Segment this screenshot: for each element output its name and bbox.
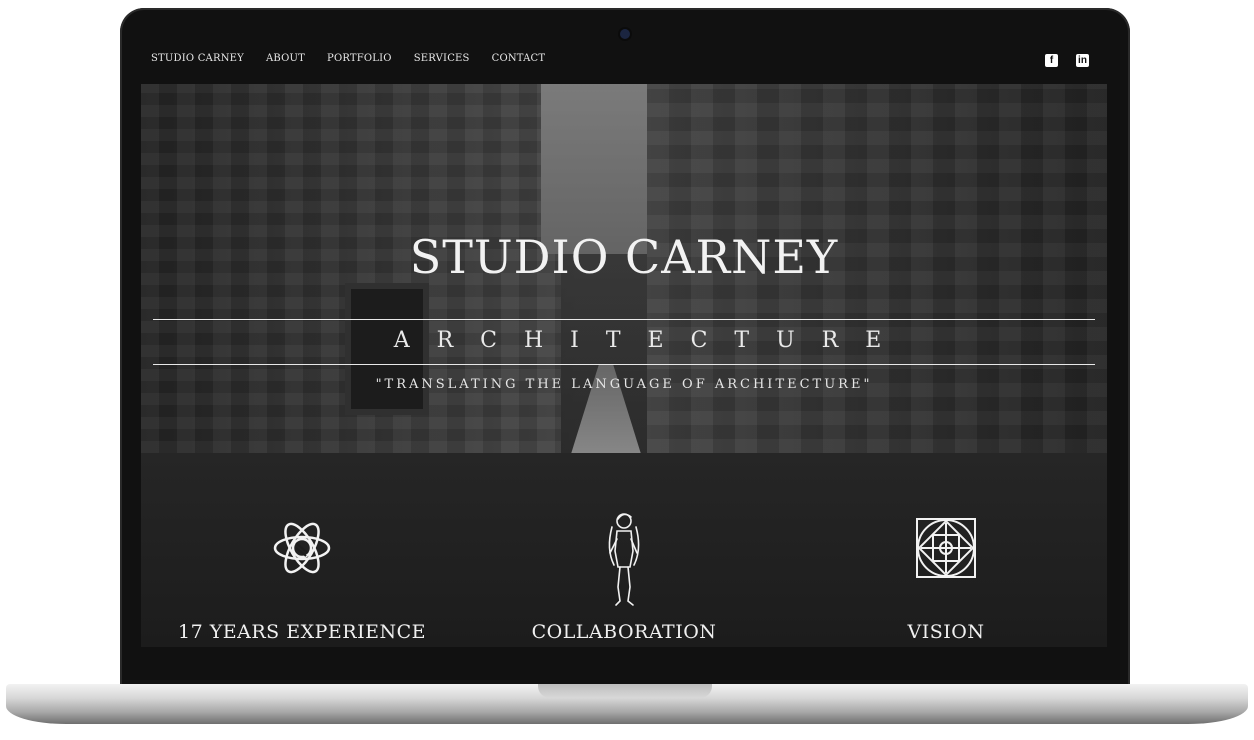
facebook-icon[interactable]: f	[1045, 54, 1058, 67]
knot-emblem-icon	[273, 522, 331, 574]
divider-top	[153, 319, 1095, 320]
nav-home-link[interactable]: Studio Carney	[151, 53, 244, 64]
linkedin-icon[interactable]: in	[1076, 54, 1089, 67]
laptop-notch	[538, 684, 712, 698]
tagline: "Translating the language of architectur…	[375, 377, 873, 392]
nav-portfolio-link[interactable]: Portfolio	[327, 53, 392, 64]
feature-label-vision: Vision	[907, 621, 985, 643]
features-section: 17 Years Experience	[141, 453, 1107, 647]
brand-title: Studio Carney	[409, 230, 839, 284]
website-screen: Studio Carney About Portfolio Services C…	[141, 42, 1107, 647]
feature-collaboration: Collaboration	[463, 453, 785, 647]
figure-illustration-icon	[608, 513, 640, 606]
nav-services-link[interactable]: Services	[414, 53, 470, 64]
brand-subtitle: Architecture	[393, 328, 909, 353]
divider-bottom	[153, 364, 1095, 365]
nav-contact-link[interactable]: Contact	[492, 53, 546, 64]
hero-banner: Studio Carney Architecture "Translating …	[141, 84, 1107, 453]
feature-label-collaboration: Collaboration	[531, 621, 717, 643]
nav-links: Studio Carney About Portfolio Services C…	[151, 53, 545, 64]
feature-label-experience: 17 Years Experience	[178, 621, 426, 643]
feature-vision: Vision	[785, 453, 1107, 647]
social-links: f in	[1045, 54, 1089, 67]
top-nav: Studio Carney About Portfolio Services C…	[141, 42, 1107, 84]
camera-icon	[620, 29, 630, 39]
nav-about-link[interactable]: About	[266, 53, 305, 64]
feature-experience: 17 Years Experience	[141, 453, 463, 647]
laptop-mockup: Studio Carney About Portfolio Services C…	[0, 0, 1254, 740]
celtic-square-icon	[916, 518, 976, 578]
